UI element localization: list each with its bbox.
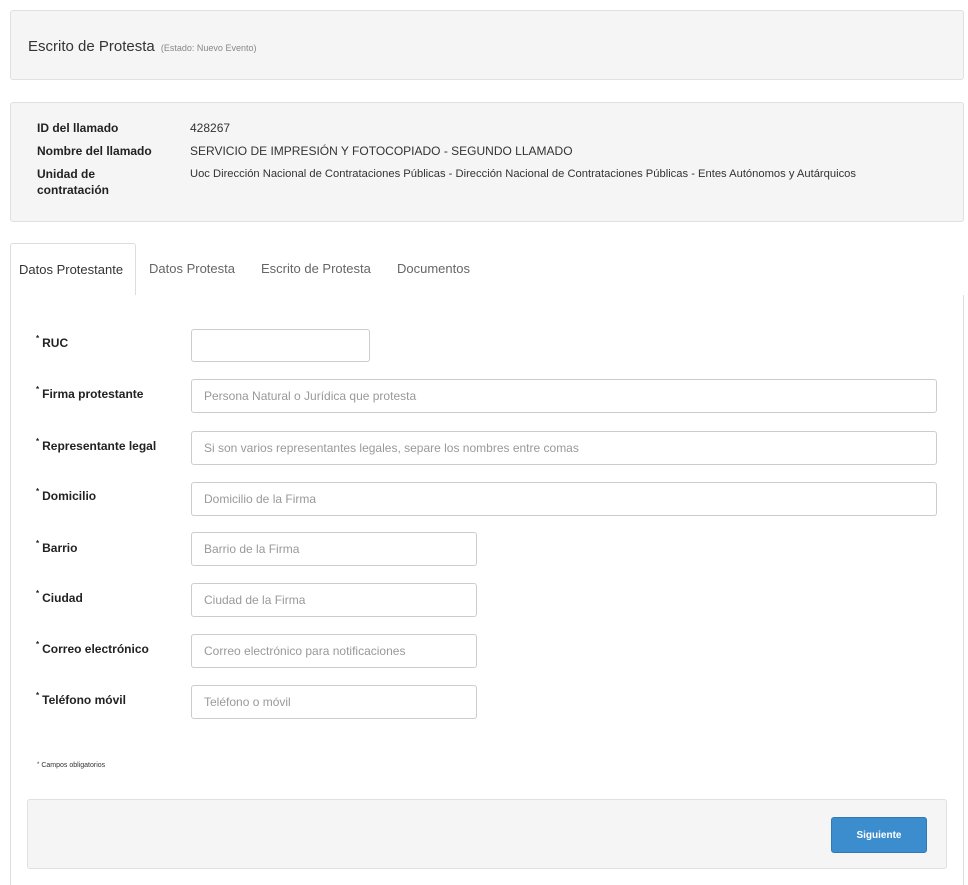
next-button[interactable]: Siguiente: [831, 817, 927, 853]
call-info-panel: ID del llamado 428267 Nombre del llamado…: [10, 102, 964, 222]
required-fields-note: * Campos obligatorios: [37, 762, 106, 769]
firma-label: * Firma protestante: [36, 385, 144, 401]
correo-input[interactable]: [191, 634, 477, 668]
required-mark: *: [37, 762, 40, 768]
required-mark: *: [36, 539, 40, 548]
domicilio-label: * Domicilio: [36, 487, 97, 503]
representante-input[interactable]: [191, 431, 937, 465]
required-mark: *: [36, 334, 40, 343]
name-value: SERVICIO DE IMPRESIÓN Y FOTOCOPIADO - SE…: [190, 144, 573, 158]
status-text: (Estado: Nuevo Evento): [160, 43, 257, 53]
id-value: 428267: [190, 121, 231, 135]
required-mark: *: [36, 385, 40, 394]
unit-value: Uoc Dirección Nacional de Contrataciones…: [190, 168, 856, 180]
unit-label: Unidad de contratación: [37, 167, 110, 197]
ruc-input[interactable]: [191, 329, 370, 362]
required-mark: *: [36, 691, 40, 700]
ciudad-input[interactable]: [191, 583, 477, 617]
form-footer: Siguiente: [27, 799, 947, 869]
tab-datos-protestante[interactable]: Datos Protestante: [10, 243, 136, 296]
ciudad-label: * Ciudad: [36, 589, 83, 605]
required-mark: *: [36, 437, 40, 446]
barrio-label: * Barrio: [36, 539, 78, 555]
domicilio-input[interactable]: [191, 482, 937, 516]
required-mark: *: [36, 487, 40, 496]
required-mark: *: [36, 589, 40, 598]
title-panel: Escrito de Protesta (Estado: Nuevo Event…: [10, 10, 964, 80]
representante-label: * Representante legal: [36, 437, 157, 453]
name-label: Nombre del llamado: [37, 144, 152, 158]
tab-escrito-protesta[interactable]: Escrito de Protesta: [253, 243, 379, 296]
correo-label: * Correo electrónico: [36, 640, 149, 656]
tab-bar: Datos Protestante Datos Protesta Escrito…: [10, 243, 964, 296]
telefono-input[interactable]: [191, 685, 477, 719]
tab-documentos[interactable]: Documentos: [389, 243, 478, 296]
barrio-input[interactable]: [191, 532, 477, 566]
page-title-text: Escrito de Protesta: [28, 38, 155, 55]
required-mark: *: [36, 640, 40, 649]
page-title: Escrito de Protesta (Estado: Nuevo Event…: [28, 38, 256, 55]
telefono-label: * Teléfono móvil: [36, 691, 126, 707]
ruc-label: * RUC: [36, 334, 69, 350]
tab-datos-protesta[interactable]: Datos Protesta: [141, 243, 243, 296]
id-label: ID del llamado: [37, 121, 119, 135]
firma-input[interactable]: [191, 379, 937, 413]
